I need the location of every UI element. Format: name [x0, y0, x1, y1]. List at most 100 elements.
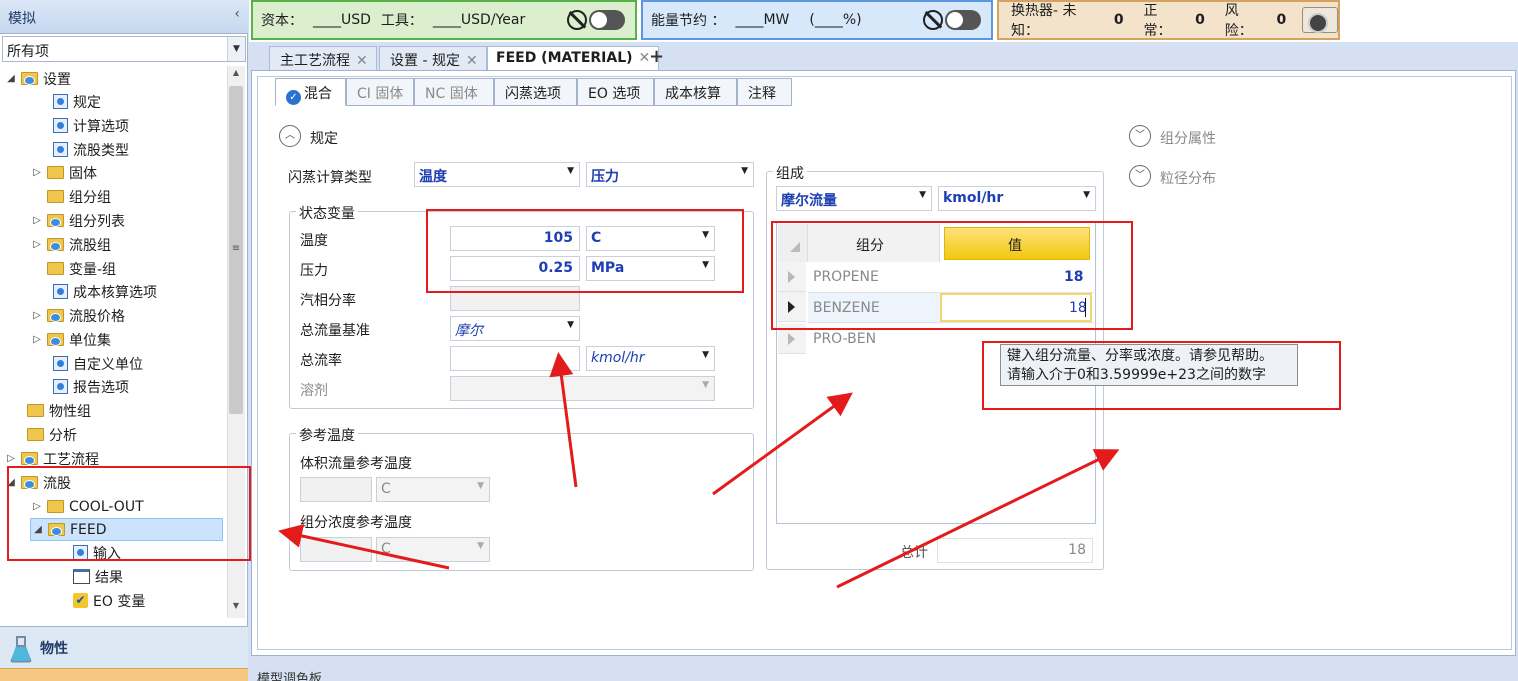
state-variables-title: 状态变量	[296, 203, 358, 223]
nav-header: 模拟 ‹	[0, 0, 248, 34]
component-attributes-link[interactable]: 组分属性	[1160, 128, 1216, 148]
dropdown-arrow-icon: ▼	[227, 37, 245, 61]
close-icon[interactable]: ✕	[356, 53, 368, 69]
collapse-pane-icon[interactable]: ‹	[234, 6, 240, 22]
form-check-icon	[53, 284, 68, 299]
energy-toggle[interactable]	[945, 10, 981, 30]
dropdown-arrow-icon: ▼	[919, 190, 926, 200]
flash-type-label: 闪蒸计算类型	[288, 170, 372, 186]
tree-node-eo-vars[interactable]: ✔ EO 变量	[70, 589, 145, 612]
flash-type-1-dropdown[interactable]: 温度 ▼	[414, 162, 580, 187]
tree-node-setup[interactable]: ◢ 设置	[4, 67, 71, 90]
tab-main-flowsheet[interactable]: 主工艺流程 ✕	[269, 46, 377, 70]
component-name: PRO-BEN	[813, 331, 877, 347]
particle-size-link[interactable]: 粒径分布	[1160, 168, 1216, 188]
folder-open-icon	[21, 452, 38, 465]
tab-costing[interactable]: 成本核算	[654, 78, 737, 106]
total-flow-label: 总流率	[300, 353, 342, 369]
row-pointer-icon	[788, 333, 795, 345]
flow-basis-dropdown[interactable]: 摩尔 ▼	[450, 316, 580, 341]
scroll-down-icon[interactable]: ▼	[229, 601, 243, 610]
tab-flash-options[interactable]: 闪蒸选项	[494, 78, 577, 106]
tree-node-comp-lists[interactable]: ▷ 组分列表	[30, 209, 125, 232]
form-check-icon	[53, 379, 68, 394]
expand-section-icon[interactable]: ﹀	[1129, 165, 1151, 187]
expand-arrow-icon[interactable]: ▷	[30, 215, 44, 226]
close-icon[interactable]: ✕	[466, 53, 478, 69]
nav-filter-dropdown[interactable]: 所有项 ▼	[2, 36, 246, 62]
nav-physics-button[interactable]: 物性	[0, 626, 248, 668]
conc-ref-temp-label: 组分浓度参考温度	[300, 515, 412, 531]
nav-title: 模拟	[8, 11, 36, 27]
tab-mixed[interactable]: ✓ 混合	[275, 78, 346, 106]
folder-icon	[47, 166, 64, 179]
dropdown-arrow-icon: ▼	[567, 320, 574, 330]
tab-comments[interactable]: 注释	[737, 78, 792, 106]
scroll-up-icon[interactable]: ▲	[229, 68, 243, 77]
folder-open-icon	[47, 309, 64, 322]
tab-nc-solid[interactable]: NC 固体	[414, 78, 494, 106]
tree-node-spec[interactable]: 规定	[50, 90, 101, 113]
tree-node-calc-options[interactable]: 计算选项	[50, 114, 129, 137]
dropdown-arrow-icon: ▼	[741, 166, 748, 176]
tree-node-stream-price[interactable]: ▷ 流股价格	[30, 304, 125, 327]
dropdown-arrow-icon: ▼	[702, 350, 709, 360]
tree-node-prop-sets[interactable]: 物性组	[24, 399, 91, 422]
expand-arrow-icon[interactable]: ▷	[30, 310, 44, 321]
composition-unit-dropdown[interactable]: kmol/hr ▼	[938, 186, 1096, 211]
nav-simulation-button[interactable]	[0, 668, 248, 681]
tree-node-results[interactable]: 结果	[70, 565, 123, 588]
tab-ci-solid[interactable]: CI 固体	[346, 78, 414, 106]
document-tabs: 主工艺流程 ✕ 设置 - 规定 ✕ FEED (MATERIAL) ✕ +	[249, 42, 1518, 70]
vol-ref-temp-label: 体积流量参考温度	[300, 456, 412, 472]
annotation-box	[7, 466, 251, 561]
vol-ref-unit-dropdown: C ▼	[376, 477, 490, 502]
solvent-label: 溶剂	[300, 383, 328, 399]
spec-section-label: 规定	[310, 131, 338, 147]
tree-node-var-groups[interactable]: 变量-组	[44, 257, 116, 280]
composition-basis-dropdown[interactable]: 摩尔流量 ▼	[776, 186, 932, 211]
tab-setup-spec[interactable]: 设置 - 规定 ✕	[379, 46, 487, 70]
flask-icon	[8, 635, 30, 660]
reference-temp-title: 参考温度	[296, 425, 358, 445]
expand-arrow-icon[interactable]: ▷	[30, 167, 44, 178]
total-flow-input[interactable]	[450, 346, 580, 371]
tree-node-comp-groups[interactable]: 组分组	[44, 185, 111, 208]
scroll-grip-icon: ≡	[231, 243, 241, 254]
dropdown-arrow-icon: ▼	[567, 166, 574, 176]
collapse-section-icon[interactable]: ︿	[279, 125, 301, 147]
tree-node-unit-sets[interactable]: ▷ 单位集	[30, 328, 111, 351]
tree-node-analysis[interactable]: 分析	[24, 423, 77, 446]
expand-arrow-icon[interactable]: ▷	[30, 239, 44, 250]
solvent-dropdown: ▼	[450, 376, 715, 401]
vapor-fraction-label: 汽相分率	[300, 293, 356, 309]
expand-arrow-icon[interactable]: ▷	[4, 453, 18, 464]
tree-node-costing-options[interactable]: 成本核算选项	[50, 280, 157, 303]
flash-type-2-dropdown[interactable]: 压力 ▼	[586, 162, 754, 187]
tree-node-custom-units[interactable]: 自定义单位	[50, 352, 143, 375]
collapse-arrow-icon[interactable]: ◢	[4, 73, 18, 84]
add-tab-icon[interactable]: +	[649, 46, 664, 67]
folder-icon	[47, 262, 64, 275]
folder-icon	[47, 190, 64, 203]
nav-filter-value: 所有项	[7, 44, 49, 60]
dropdown-arrow-icon: ▼	[702, 380, 709, 390]
tab-feed-material[interactable]: FEED (MATERIAL) ✕	[487, 46, 660, 70]
total-flow-unit-dropdown[interactable]: kmol/hr ▼	[586, 346, 715, 371]
tree-node-stream-class[interactable]: 流股类型	[50, 138, 129, 161]
model-palette-bar[interactable]: 模型调色板	[249, 664, 1518, 681]
cost-toggle[interactable]	[589, 10, 625, 30]
total-value: 18	[937, 538, 1093, 563]
tree-node-report-options[interactable]: 报告选项	[50, 375, 129, 398]
expand-arrow-icon[interactable]: ▷	[30, 334, 44, 345]
pressure-label: 压力	[300, 263, 328, 279]
folder-open-icon	[21, 72, 38, 85]
tree-node-stream-groups[interactable]: ▷ 流股组	[30, 233, 111, 256]
expand-section-icon[interactable]: ﹀	[1129, 125, 1151, 147]
view-icon[interactable]	[1302, 7, 1338, 33]
tree-node-solids[interactable]: ▷ 固体	[30, 161, 97, 184]
conc-ref-unit-dropdown: C ▼	[376, 537, 490, 562]
tab-eo-options[interactable]: EO 选项	[577, 78, 654, 106]
eo-check-icon: ✔	[73, 593, 88, 608]
composition-title: 组成	[773, 163, 807, 183]
